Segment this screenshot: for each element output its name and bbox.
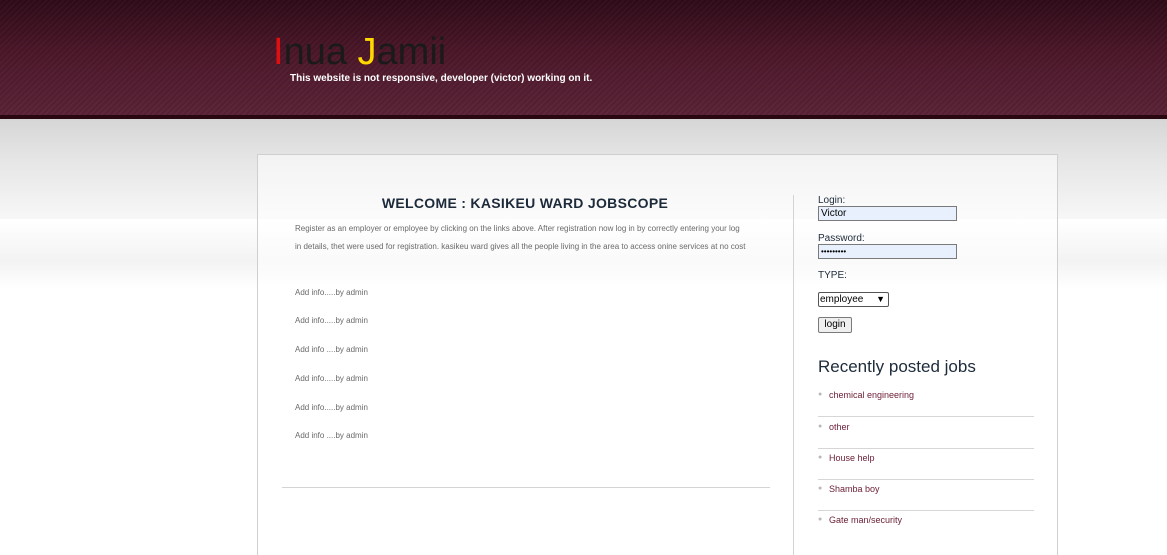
bullet-icon: ● (818, 454, 823, 461)
info-item: Add info.....by admin (295, 403, 368, 412)
site-logo[interactable]: Inua Jamii (273, 30, 446, 74)
header-tagline: This website is not responsive, develope… (290, 73, 593, 84)
bullet-icon: ● (818, 423, 823, 430)
bullet-icon: ● (818, 391, 823, 398)
job-list-item[interactable]: ● House help (818, 448, 1034, 480)
bullet-icon: ● (818, 516, 823, 523)
job-list-item[interactable]: ● chemical engineering (818, 385, 1034, 417)
content-divider (282, 487, 770, 488)
page-title: WELCOME : KASIKEU WARD JOBSCOPE (381, 195, 669, 211)
logo-text-part1: nua (283, 31, 358, 73)
type-select[interactable]: employee ▼ (818, 292, 889, 307)
intro-text: Register as an employer or employee by c… (295, 224, 746, 251)
login-button[interactable]: login (818, 317, 852, 333)
job-link[interactable]: other (829, 422, 850, 432)
job-list-item[interactable]: ● other (818, 417, 1034, 449)
job-link[interactable]: Gate man/security (829, 515, 902, 525)
logo-letter-i: I (273, 31, 284, 73)
password-label: Password: (818, 233, 865, 244)
chevron-down-icon: ▼ (876, 294, 885, 304)
type-label: TYPE: (818, 270, 847, 281)
job-list-item[interactable]: ● Gate man/security (818, 510, 1034, 541)
content-container: WELCOME : KASIKEU WARD JOBSCOPE Register… (257, 154, 1058, 555)
logo-letter-j: J (357, 31, 377, 73)
recent-jobs-title: Recently posted jobs (818, 357, 976, 376)
bullet-icon: ● (818, 485, 823, 492)
login-input[interactable]: Victor (818, 206, 957, 221)
info-item: Add info.....by admin (295, 316, 368, 325)
info-item: Add info ....by admin (295, 431, 368, 440)
sidebar-divider (793, 195, 794, 555)
password-input[interactable]: ••••••••• (818, 244, 957, 259)
job-link[interactable]: Shamba boy (829, 484, 880, 494)
info-item: Add info ....by admin (295, 345, 368, 354)
info-item: Add info.....by admin (295, 288, 368, 297)
site-header (0, 0, 1167, 115)
job-link[interactable]: chemical engineering (829, 390, 914, 400)
job-link[interactable]: House help (829, 453, 875, 463)
info-item: Add info.....by admin (295, 374, 368, 383)
logo-text-part2: amii (376, 31, 447, 73)
type-selected-value: employee (820, 294, 864, 305)
login-label: Login: (818, 195, 846, 206)
job-list-item[interactable]: ● Shamba boy (818, 479, 1034, 511)
